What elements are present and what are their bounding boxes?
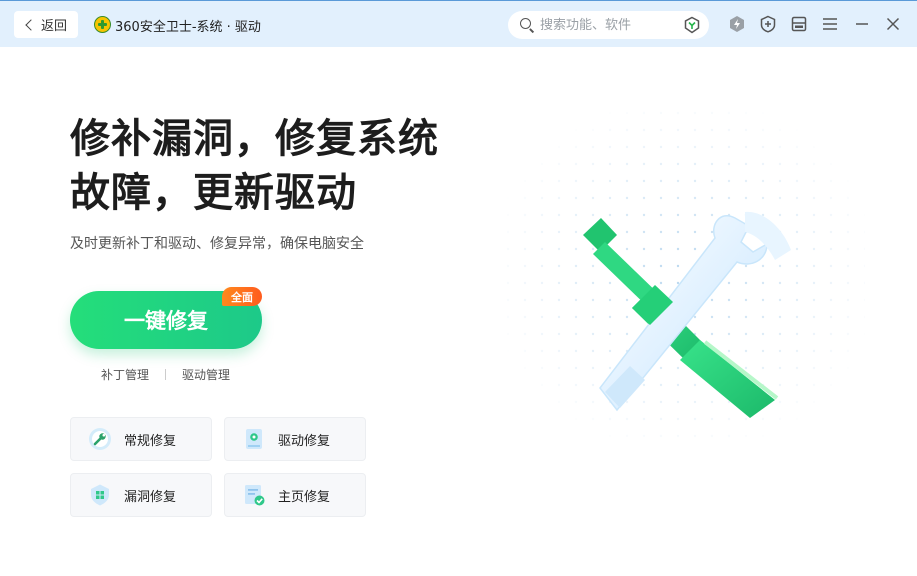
search-box[interactable] <box>508 11 709 39</box>
management-links: 补丁管理 驱动管理 <box>101 366 230 383</box>
dot-grid-background <box>505 110 865 440</box>
general-repair-card[interactable]: 常规修复 <box>70 417 212 461</box>
back-button[interactable]: 返回 <box>14 11 78 38</box>
search-icon <box>520 18 531 29</box>
vulnerability-repair-label: 漏洞修复 <box>124 489 177 505</box>
driver-repair-card[interactable]: 驱动修复 <box>224 417 366 461</box>
skin-icon[interactable] <box>790 15 808 33</box>
shield-windows-icon <box>91 484 109 506</box>
search-input[interactable] <box>540 15 680 35</box>
page-title-line-1: 修补漏洞，修复系统 <box>70 116 439 162</box>
patch-management-link[interactable]: 补丁管理 <box>101 366 149 383</box>
page-title-line-2: 故障，更新驱动 <box>70 170 357 216</box>
page-title: 修补漏洞，修复系统 故障，更新驱动 <box>70 112 470 220</box>
page-subtitle: 及时更新补丁和驱动、修复异常，确保电脑安全 <box>70 236 364 252</box>
wrench-icon <box>89 428 111 450</box>
protection-icon[interactable] <box>759 15 777 33</box>
back-button-label: 返回 <box>40 19 67 34</box>
chevron-left-icon <box>25 18 37 31</box>
boost-icon[interactable] <box>728 15 746 33</box>
driver-management-link[interactable]: 驱动管理 <box>182 366 230 383</box>
driver-icon <box>246 429 262 449</box>
close-icon[interactable] <box>884 15 902 33</box>
link-divider <box>165 369 167 380</box>
minimize-icon[interactable] <box>853 15 871 33</box>
app-logo-icon <box>94 16 111 33</box>
title-bar: 返回 360安全卫士-系统 · 驱动 <box>0 0 917 47</box>
general-repair-label: 常规修复 <box>124 433 177 449</box>
menu-icon[interactable] <box>821 15 839 33</box>
app-title: 360安全卫士-系统 · 驱动 <box>115 20 261 35</box>
vulnerability-repair-card[interactable]: 漏洞修复 <box>70 473 212 517</box>
security-shield-icon[interactable] <box>683 16 701 34</box>
driver-repair-label: 驱动修复 <box>278 433 331 449</box>
homepage-icon <box>245 485 265 506</box>
one-click-repair-label: 一键修复 <box>124 309 208 333</box>
tools-illustration <box>505 110 865 440</box>
homepage-repair-card[interactable]: 主页修复 <box>224 473 366 517</box>
full-badge: 全面 <box>222 287 262 306</box>
homepage-repair-label: 主页修复 <box>278 489 331 505</box>
